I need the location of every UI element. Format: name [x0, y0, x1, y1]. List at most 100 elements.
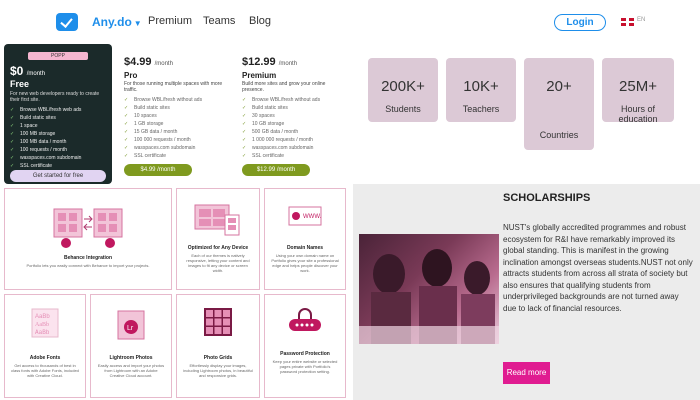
free-price-period: /month: [26, 71, 46, 77]
uk-flag-icon[interactable]: [621, 18, 634, 26]
feature-item: Browse WBL/fresh without ads: [242, 96, 346, 104]
premium-price-value: $12.99: [242, 56, 276, 68]
feature-item: 100 MB data / month: [10, 138, 110, 146]
password-lock-icon: [289, 308, 321, 331]
pro-price-value: $4.99: [124, 56, 152, 68]
stat-label: Countries: [539, 130, 579, 140]
feature-item: 100 requests / month: [10, 146, 110, 154]
feature-description: Portfolio lets you easily connect with B…: [26, 263, 150, 268]
language-code[interactable]: EN: [637, 17, 645, 23]
stat-label: Teachers: [462, 104, 500, 114]
feature-title: Lightroom Photos: [109, 355, 153, 361]
features-grid: Behance Integration Portfolio lets you e…: [0, 184, 350, 400]
feature-item: 500 GB data / month: [242, 128, 346, 136]
feature-item: Browse WBL/fresh without ads: [124, 96, 228, 104]
stat-label: Students: [385, 104, 421, 114]
scholarship-section: SCHOLARSHIPS NUST's globally accredited …: [353, 184, 700, 400]
checkmark-logo-icon[interactable]: [56, 13, 78, 31]
photo-grid-icon: [204, 308, 232, 336]
login-button[interactable]: Login: [554, 14, 606, 31]
stat-students: 200K+ Students: [368, 58, 438, 122]
feature-item: Build static sites: [242, 104, 346, 112]
feature-description: Get access to thousands of best in class…: [11, 363, 79, 378]
feature-item: SSL certificate: [124, 152, 228, 160]
feature-item: 15 GB data / month: [124, 128, 228, 136]
feature-title: Domain Names: [286, 245, 324, 251]
feature-item: 100 000 requests / month: [124, 136, 228, 144]
feature-card-any-device[interactable]: Optimized for Any Device Each of our the…: [176, 188, 260, 290]
premium-plan-card: $12.99 /month Premium Build more sites a…: [236, 44, 348, 184]
svg-text:AaBb: AaBb: [35, 322, 49, 328]
brand-label: Any.do: [92, 15, 132, 29]
feature-item: 10 spaces: [124, 112, 228, 120]
svg-text:WWW.: WWW.: [303, 214, 322, 220]
scholarship-title: SCHOLARSHIPS: [503, 192, 591, 204]
responsive-devices-icon: [194, 204, 240, 236]
pro-price-period: /month: [154, 61, 173, 67]
feature-title: Photo Grids: [203, 355, 233, 361]
stat-value: 10K+: [463, 78, 499, 95]
popular-badge: POPP: [28, 52, 88, 60]
feature-card-lightroom[interactable]: Lr Lightroom Photos Easily access and im…: [90, 294, 172, 398]
free-plan-description: For new web developers ready to create t…: [10, 91, 100, 103]
feature-title: Behance Integration: [63, 255, 113, 261]
nav-link-premium[interactable]: Premium: [148, 15, 192, 27]
stat-teachers: 10K+ Teachers: [446, 58, 516, 122]
premium-plan-price: $12.99 /month: [242, 56, 297, 68]
premium-plan-features: Browse WBL/fresh without ads Build stati…: [242, 96, 346, 160]
free-plan-features: Browse WBL/fresh web ads Build static si…: [10, 106, 110, 170]
stat-value: 200K+: [381, 78, 425, 95]
feature-description: Each of our themes is natively responsiv…: [186, 253, 250, 273]
feature-title: Adobe Fonts: [29, 355, 61, 361]
get-started-free-button[interactable]: Get started for free: [10, 170, 106, 182]
feature-title: Password Protection: [280, 351, 330, 357]
svg-text:AaBb: AaBb: [35, 314, 50, 320]
feature-item: SSL certificate: [242, 152, 346, 160]
premium-plan-name: Premium: [242, 71, 277, 80]
stat-hours: 25M+ Hours of education: [602, 58, 674, 124]
feature-item: Build static sites: [10, 114, 110, 122]
brand-menu[interactable]: Any.do ▼: [92, 15, 142, 29]
feature-item: wasspaces.com subdomain: [10, 154, 110, 162]
feature-card-adobe-fonts[interactable]: AaBb AaBb AaBb Adobe Fonts Get access to…: [4, 294, 86, 398]
domain-www-icon: WWW.: [288, 206, 322, 226]
pro-plan-button[interactable]: $4.99 /month: [124, 164, 192, 176]
scholarship-text: NUST's globally accredited programmes an…: [503, 223, 693, 313]
read-more-button[interactable]: Read more: [503, 362, 550, 384]
feature-card-behance[interactable]: Behance Integration Portfolio lets you e…: [4, 188, 172, 290]
adobe-fonts-icon: AaBb AaBb AaBb: [31, 308, 59, 338]
feature-description: Using your own domain name on Portfolio …: [271, 253, 339, 273]
premium-plan-description: Build more sites and grow your online pr…: [242, 81, 326, 93]
feature-card-photo-grids[interactable]: Photo Grids Effortlessly display your im…: [176, 294, 260, 398]
feature-item: SSL certificate: [10, 162, 110, 170]
premium-price-period: /month: [278, 61, 298, 67]
feature-description: Effortlessly display your images, includ…: [183, 363, 253, 378]
feature-description: Easily access and import your photos fro…: [97, 363, 165, 378]
lightroom-photos-icon: Lr: [117, 310, 145, 340]
feature-description: Keep your entire website or selected pag…: [272, 359, 338, 374]
stat-label: Hours of education: [618, 104, 658, 124]
feature-item: wasspaces.com subdomain: [242, 144, 346, 152]
feature-item: 30 spaces: [242, 112, 346, 120]
nav-link-teams[interactable]: Teams: [203, 15, 235, 27]
feature-card-password[interactable]: Password Protection Keep your entire web…: [264, 294, 346, 398]
nav-link-blog[interactable]: Blog: [249, 15, 271, 27]
svg-text:Lr: Lr: [127, 325, 134, 332]
feature-title: Optimized for Any Device: [187, 245, 249, 251]
feature-item: Browse WBL/fresh web ads: [10, 106, 110, 114]
feature-item: Build static sites: [124, 104, 228, 112]
feature-item: wasspaces.com subdomain: [124, 144, 228, 152]
free-plan-name: Free: [10, 79, 30, 89]
stat-value: 20+: [546, 78, 572, 95]
pro-plan-features: Browse WBL/fresh without ads Build stati…: [124, 96, 228, 160]
feature-item: 100 MB storage: [10, 130, 110, 138]
pro-plan-price: $4.99 /month: [124, 56, 173, 68]
students-photo: [359, 234, 499, 344]
premium-plan-button[interactable]: $12.99 /month: [242, 164, 310, 176]
students-illustration: [359, 249, 499, 344]
stat-value: 25M+: [619, 78, 657, 95]
top-nav: Any.do ▼ Premium Teams Blog Login EN: [0, 0, 700, 44]
feature-card-domain-names[interactable]: WWW. Domain Names Using your own domain …: [264, 188, 346, 290]
pro-plan-card: $4.99 /month Pro For those running multi…: [118, 44, 230, 184]
svg-text:AaBb: AaBb: [35, 329, 50, 336]
